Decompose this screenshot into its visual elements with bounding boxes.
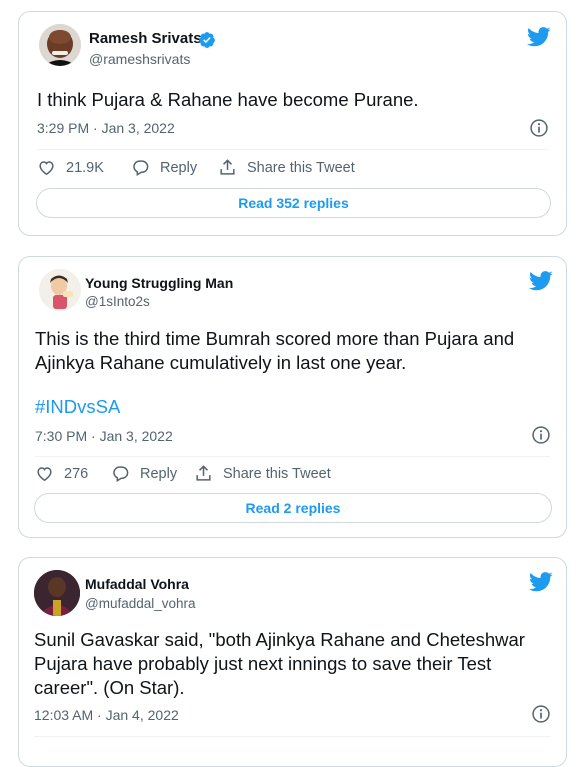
info-icon[interactable] <box>531 425 551 445</box>
twitter-bird-icon[interactable] <box>527 27 551 47</box>
divider <box>37 149 548 150</box>
avatar[interactable] <box>39 24 81 66</box>
share-icon <box>196 465 211 481</box>
share-label: Share this Tweet <box>223 465 331 482</box>
avatar-illustration <box>39 269 81 311</box>
avatar-photo <box>39 24 81 66</box>
info-icon[interactable] <box>529 118 549 138</box>
author-name[interactable]: Ramesh Srivats <box>89 30 202 47</box>
tweet-text: This is the third time Bumrah scored mor… <box>35 328 515 373</box>
reply-label: Reply <box>160 159 198 176</box>
read-replies-button[interactable]: Read 2 replies <box>34 493 552 523</box>
heart-icon <box>37 467 52 482</box>
divider <box>34 736 551 737</box>
twitter-bird-icon[interactable] <box>529 271 553 291</box>
like-count: 21.9K <box>66 159 104 176</box>
read-replies-button[interactable]: Read 352 replies <box>36 188 551 218</box>
reply-bubble-icon <box>133 160 149 176</box>
share-icon <box>220 159 235 175</box>
avatar[interactable] <box>34 570 80 616</box>
heart-icon <box>39 161 54 176</box>
author-handle[interactable]: @mufaddal_vohra <box>85 596 196 611</box>
tweet-card: Ramesh Srivats @rameshsrivats I think Pu… <box>18 11 567 236</box>
reply-button[interactable]: Reply <box>111 464 177 483</box>
author-handle[interactable]: @1sInto2s <box>85 294 150 309</box>
tweet-text: I think Pujara & Rahane have become Pura… <box>37 89 419 110</box>
info-icon[interactable] <box>531 704 551 724</box>
tweet-timestamp[interactable]: 3:29 PM · Jan 3, 2022 <box>37 120 175 136</box>
author-name[interactable]: Young Struggling Man <box>85 275 233 291</box>
reply-bubble-icon <box>113 466 129 482</box>
author-name[interactable]: Mufaddal Vohra <box>85 576 189 592</box>
tweet-timestamp[interactable]: 12:03 AM · Jan 4, 2022 <box>34 707 179 723</box>
share-button[interactable]: Share this Tweet <box>218 158 355 177</box>
twitter-bird-icon[interactable] <box>529 572 553 592</box>
tweet-timestamp[interactable]: 7:30 PM · Jan 3, 2022 <box>35 428 173 444</box>
author-handle[interactable]: @rameshsrivats <box>89 51 190 67</box>
reply-label: Reply <box>140 465 178 482</box>
reply-button[interactable]: Reply <box>131 158 197 177</box>
tweet-card: Mufaddal Vohra @mufaddal_vohra Sunil Gav… <box>18 557 567 767</box>
hashtag-link[interactable]: #INDvsSA <box>35 396 120 418</box>
tweet-text: Sunil Gavaskar said, "both Ajinkya Rahan… <box>34 629 525 698</box>
avatar-photo <box>34 570 80 616</box>
like-button[interactable]: 21.9K <box>37 158 104 177</box>
share-button[interactable]: Share this Tweet <box>194 464 331 483</box>
like-count: 276 <box>64 465 89 482</box>
like-button[interactable]: 276 <box>35 464 88 483</box>
avatar[interactable] <box>39 269 81 311</box>
verified-badge-icon <box>199 32 215 48</box>
share-label: Share this Tweet <box>247 159 355 176</box>
tweet-card: Young Struggling Man @1sInto2s This is t… <box>18 256 567 538</box>
divider <box>35 456 550 457</box>
